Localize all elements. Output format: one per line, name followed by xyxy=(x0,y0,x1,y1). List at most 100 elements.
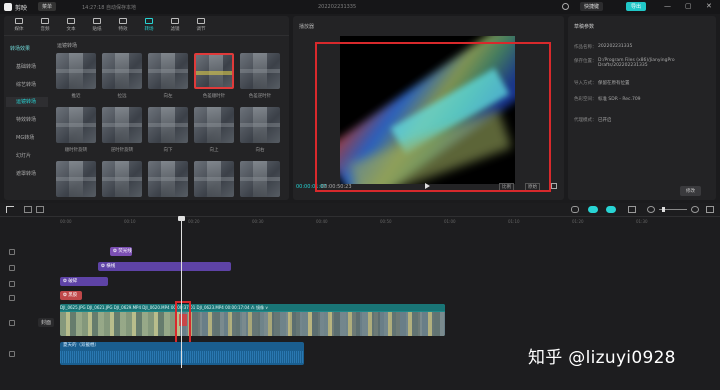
transition-thumb[interactable] xyxy=(102,107,142,143)
transition-thumb[interactable] xyxy=(194,161,234,197)
category-special[interactable]: 特效转场 xyxy=(6,115,48,125)
track-lock-icon[interactable] xyxy=(9,265,15,271)
thumb-label: 推近 xyxy=(71,94,81,99)
category-basic[interactable]: 基础转场 xyxy=(6,62,48,72)
track-lock-icon[interactable] xyxy=(9,249,15,255)
track-text-icon[interactable] xyxy=(9,295,15,301)
category-mask[interactable]: 遮罩转场 xyxy=(6,169,48,179)
redo-icon[interactable] xyxy=(36,206,44,213)
effect-clip[interactable]: ❂ 破碎 xyxy=(60,277,108,286)
category-mg[interactable]: MG转场 xyxy=(6,133,48,143)
tool-label: 贴纸 xyxy=(92,27,102,32)
fullscreen-icon[interactable] xyxy=(551,183,557,189)
project-name: 202202231335 xyxy=(318,4,357,10)
select-tool-icon[interactable] xyxy=(6,206,14,213)
cover-button[interactable]: 封面 xyxy=(38,318,55,327)
track-video-icon[interactable] xyxy=(9,320,15,326)
transition-thumb[interactable] xyxy=(240,53,280,89)
audio-waveform xyxy=(60,351,304,363)
thumb-label: 向左 xyxy=(163,94,173,99)
tool-sticker[interactable]: 贴纸 xyxy=(86,18,108,36)
timeline-toolbar xyxy=(0,203,720,217)
undo-icon[interactable] xyxy=(24,206,32,213)
transition-thumb[interactable] xyxy=(56,107,96,143)
zoom-out-icon[interactable] xyxy=(647,206,655,213)
effect-clip[interactable]: ❂ 荧光线 xyxy=(110,247,132,256)
title-bar: 剪映 菜单 14:27:18 自动保存本地 202202231335 快捷键 导… xyxy=(0,0,720,14)
prop-value: 已开启 xyxy=(598,118,612,123)
main-video-track[interactable]: DJI_0625.JPG DJI_0621.JPG DJI_0629.MP4 D… xyxy=(60,304,445,336)
category-variety[interactable]: 综艺转场 xyxy=(6,80,48,90)
transition-thumb[interactable] xyxy=(56,53,96,89)
watermark: 知乎 @lizuyi0928 xyxy=(528,348,676,368)
snap-toggle-icon[interactable] xyxy=(606,206,616,213)
highlight-box xyxy=(175,301,191,346)
modify-button[interactable]: 修改 xyxy=(680,186,701,196)
thumb-label: 顺时针旋转 xyxy=(64,148,88,153)
transition-thumb[interactable] xyxy=(148,107,188,143)
transition-thumb[interactable] xyxy=(148,161,188,197)
track-lock-icon[interactable] xyxy=(9,281,15,287)
adjust-icon xyxy=(197,18,205,24)
prop-row: 导入方式： 保留在原有位置 xyxy=(574,80,714,86)
minimize-icon[interactable]: — xyxy=(664,2,671,10)
ruler-tick: 00:30 xyxy=(252,219,264,224)
time-ruler[interactable]: 00:00 00:10 00:20 00:30 00:40 00:50 01:0… xyxy=(58,219,718,227)
prop-row: 作品名称： 202202231335 xyxy=(574,44,714,50)
menu-button[interactable]: 菜单 xyxy=(38,2,57,11)
thumb-label: 逆时针旋转 xyxy=(110,148,134,153)
tool-label: 调节 xyxy=(196,27,206,32)
tool-audio[interactable]: 音频 xyxy=(34,18,56,36)
preview-axis-icon[interactable] xyxy=(628,206,636,213)
zoom-in-icon[interactable] xyxy=(691,206,699,213)
tool-filter[interactable]: 滤镜 xyxy=(164,18,186,36)
draft-properties-panel: 草稿参数 作品名称： 202202231335 保存位置： D:/Program F… xyxy=(568,16,716,200)
effects-icon xyxy=(119,18,127,24)
tool-adjust[interactable]: 调节 xyxy=(190,18,212,36)
transition-thumb[interactable] xyxy=(56,161,96,197)
tool-effects[interactable]: 特效 xyxy=(112,18,134,36)
transition-thumb[interactable] xyxy=(240,161,280,197)
transition-thumb[interactable] xyxy=(148,53,188,89)
help-icon[interactable] xyxy=(562,3,569,10)
tool-media[interactable]: 媒体 xyxy=(8,18,30,36)
tool-transition[interactable]: 转场 xyxy=(138,18,160,36)
app-logo-icon xyxy=(4,3,12,11)
prop-key: 导入方式： xyxy=(574,81,597,86)
prop-row: 色彩空间： 标准 SDR - Rec.709 xyxy=(574,96,714,102)
tool-label: 音频 xyxy=(40,27,50,32)
prop-key: 保存位置： xyxy=(574,59,597,64)
transition-thumb[interactable] xyxy=(194,107,234,143)
maximize-icon[interactable]: ▢ xyxy=(685,2,692,10)
tool-text[interactable]: 文本 xyxy=(60,18,82,36)
effect-clip[interactable]: ❂ 横线 xyxy=(98,262,231,271)
shortcut-button[interactable]: 快捷键 xyxy=(580,2,604,11)
link-toggle-icon[interactable] xyxy=(588,206,598,213)
audio-clip[interactable]: 夏天的（双截棍） xyxy=(60,342,304,365)
fit-icon[interactable] xyxy=(706,206,714,213)
close-icon[interactable]: ✕ xyxy=(706,2,712,10)
category-slides[interactable]: 幻灯片 xyxy=(6,151,48,161)
track-audio-icon[interactable] xyxy=(9,351,15,357)
zoom-slider-thumb[interactable] xyxy=(662,207,665,212)
category-camera[interactable]: 运镜转场 xyxy=(6,97,48,107)
transition-thumb[interactable] xyxy=(240,107,280,143)
audio-clip-name: 夏天的（双截棍） xyxy=(63,343,99,348)
ruler-tick: 01:00 xyxy=(444,219,456,224)
category-header[interactable]: 转场效果 xyxy=(6,44,48,54)
thumb-label: 向下 xyxy=(163,148,173,153)
thumb-label: 向右 xyxy=(255,148,265,153)
sticker-icon xyxy=(93,18,101,24)
tool-label: 滤镜 xyxy=(170,27,180,32)
filter-clip[interactable]: ❂ 黑胶 xyxy=(60,291,82,300)
playhead[interactable] xyxy=(181,218,182,368)
microphone-icon[interactable] xyxy=(571,206,579,213)
export-button[interactable]: 导出 xyxy=(626,2,647,11)
transition-thumb[interactable] xyxy=(102,161,142,197)
tool-label: 媒体 xyxy=(14,27,24,32)
media-panel: 媒体 音频 文本 贴纸 特效 转场 滤镜 调节 转场效果 基础转场 综艺转场 运… xyxy=(4,16,289,200)
transition-thumb-selected[interactable] xyxy=(194,53,234,89)
ruler-tick: 00:10 xyxy=(124,219,136,224)
transition-thumb[interactable] xyxy=(102,53,142,89)
thumb-label: 拉远 xyxy=(117,94,127,99)
